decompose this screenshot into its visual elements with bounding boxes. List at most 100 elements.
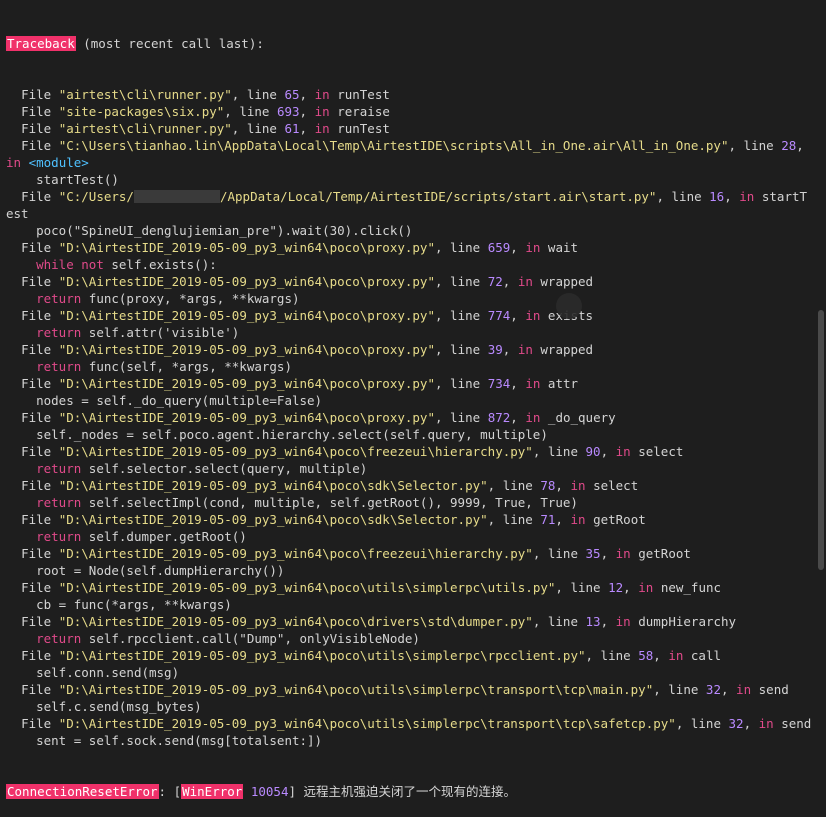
frame-code-line: root = Node(self.dumpHierarchy()) <box>6 562 812 579</box>
frame-line-number: 693 <box>276 104 300 119</box>
in-keyword: in <box>736 682 752 697</box>
frame-code-line: sent = self.sock.send(msg[totalsent:]) <box>6 732 812 749</box>
file-keyword: File <box>6 87 59 102</box>
comma: , <box>720 682 737 697</box>
frame-code-line: return self.rpcclient.call("Dump", onlyV… <box>6 630 812 647</box>
code-keyword: return <box>36 291 82 306</box>
frame-file-line: File "D:\AirtestIDE_2019-05-09_py3_win64… <box>6 715 812 732</box>
frame-file-line: File "D:\AirtestIDE_2019-05-09_py3_win64… <box>6 511 812 528</box>
frame-line-number: 659 <box>487 240 511 255</box>
vertical-scrollbar[interactable] <box>818 310 824 570</box>
file-keyword: File <box>6 580 59 595</box>
frame-function: getRoot <box>638 546 691 561</box>
recent-call-text: (most recent call last): <box>75 36 264 51</box>
line-keyword: , line <box>435 342 488 357</box>
frame-file-line: File "C:/Users/ /AppData/Local/Temp/Airte… <box>6 188 812 222</box>
in-keyword: in <box>525 376 541 391</box>
line-keyword: , line <box>532 546 586 561</box>
in-keyword: in <box>570 478 586 493</box>
code-text: self.selectImpl(cond, multiple, self.get… <box>81 495 578 510</box>
in-keyword: in <box>739 189 755 204</box>
frame-line-number: 61 <box>284 121 300 136</box>
file-keyword: File <box>6 546 59 561</box>
code-text: self.c.send(msg_bytes) <box>36 699 202 714</box>
frame-file-path: "D:\AirtestIDE_2019-05-09_py3_win64\poco… <box>58 342 435 357</box>
line-keyword: , line <box>435 376 488 391</box>
frame-line-number: 65 <box>284 87 300 102</box>
frame-file-line: File "D:\AirtestIDE_2019-05-09_py3_win64… <box>6 681 812 698</box>
frame-line-number: 28 <box>781 138 797 153</box>
frame-file-line: File "D:\AirtestIDE_2019-05-09_py3_win64… <box>6 341 812 358</box>
frame-function: runTest <box>337 121 390 136</box>
comma: , <box>510 376 526 391</box>
comma: , <box>502 274 518 289</box>
code-keyword: return <box>36 631 82 646</box>
frame-function: runTest <box>337 87 390 102</box>
comma: , <box>510 410 526 425</box>
frame-function: new_func <box>660 580 722 595</box>
frame-file-line: File "D:\AirtestIDE_2019-05-09_py3_win64… <box>6 647 812 664</box>
frame-function: dumpHierarchy <box>638 614 737 629</box>
frame-code-line: self._nodes = self.poco.agent.hierarchy.… <box>6 426 812 443</box>
file-keyword: File <box>6 478 59 493</box>
frame-function: <module> <box>28 155 89 170</box>
frame-code-line: return func(proxy, *args, **kwargs) <box>6 290 812 307</box>
frame-function: send <box>758 682 789 697</box>
line-keyword: , line <box>435 410 488 425</box>
frame-file-path: "D:\AirtestIDE_2019-05-09_py3_win64\poco… <box>58 308 435 323</box>
traceback-console: Traceback (most recent call last): File … <box>6 1 812 799</box>
frame-file-line: File "D:\AirtestIDE_2019-05-09_py3_win64… <box>6 579 812 596</box>
frame-file-line: File "site-packages\six.py", line 693, i… <box>6 103 812 120</box>
code-text: poco("SpineUI_denglujiemian_pre").wait(3… <box>36 223 413 238</box>
code-text: cb = func(*args, **kwargs) <box>36 597 232 612</box>
frame-code-line: return self.selector.select(query, multi… <box>6 460 812 477</box>
frame-code-line: cb = func(*args, **kwargs) <box>6 596 812 613</box>
file-keyword: File <box>6 376 59 391</box>
frame-file-path: "D:\AirtestIDE_2019-05-09_py3_win64\poco… <box>58 478 488 493</box>
line-keyword: , line <box>653 682 706 697</box>
frame-file-path: "C:\Users\tianhao.lin\AppData\Local\Temp… <box>58 138 729 153</box>
code-keyword: return <box>36 359 82 374</box>
frame-line-number: 72 <box>487 274 503 289</box>
frame-line-number: 32 <box>728 716 744 731</box>
code-text: func(self, *args, **kwargs) <box>81 359 292 374</box>
frame-file-path: "site-packages\six.py" <box>58 104 225 119</box>
frame-file-line: File "airtest\cli\runner.py", line 61, i… <box>6 120 812 137</box>
file-keyword: File <box>6 240 59 255</box>
in-keyword: in <box>525 240 541 255</box>
file-keyword: File <box>6 444 59 459</box>
in-keyword: in <box>525 308 541 323</box>
in-keyword: in <box>314 87 330 102</box>
frame-line-number: 12 <box>608 580 624 595</box>
in-keyword: in <box>517 274 533 289</box>
file-keyword: File <box>6 342 59 357</box>
traceback-label: Traceback <box>6 36 76 51</box>
frame-file-line: File "D:\AirtestIDE_2019-05-09_py3_win64… <box>6 273 812 290</box>
line-keyword: , line <box>224 104 277 119</box>
file-keyword: File <box>6 682 59 697</box>
frame-file-line: File "D:\AirtestIDE_2019-05-09_py3_win64… <box>6 443 812 460</box>
frame-file-path: "D:\AirtestIDE_2019-05-09_py3_win64\poco… <box>58 614 533 629</box>
error-sep: : [ <box>158 784 182 799</box>
error-line: ConnectionResetError: [WinError 10054] 远… <box>6 783 812 800</box>
error-code: 10054 <box>250 784 289 799</box>
code-text: self.conn.send(msg) <box>36 665 180 680</box>
frame-file-path: "D:\AirtestIDE_2019-05-09_py3_win64\poco… <box>58 240 435 255</box>
frame-line-number: 774 <box>487 308 511 323</box>
frame-code-line: return self.dumper.getRoot() <box>6 528 812 545</box>
frame-file-path: "D:\AirtestIDE_2019-05-09_py3_win64\poco… <box>58 580 556 595</box>
frame-function: call <box>690 648 722 663</box>
frame-file-path: "D:\AirtestIDE_2019-05-09_py3_win64\poco… <box>58 376 435 391</box>
